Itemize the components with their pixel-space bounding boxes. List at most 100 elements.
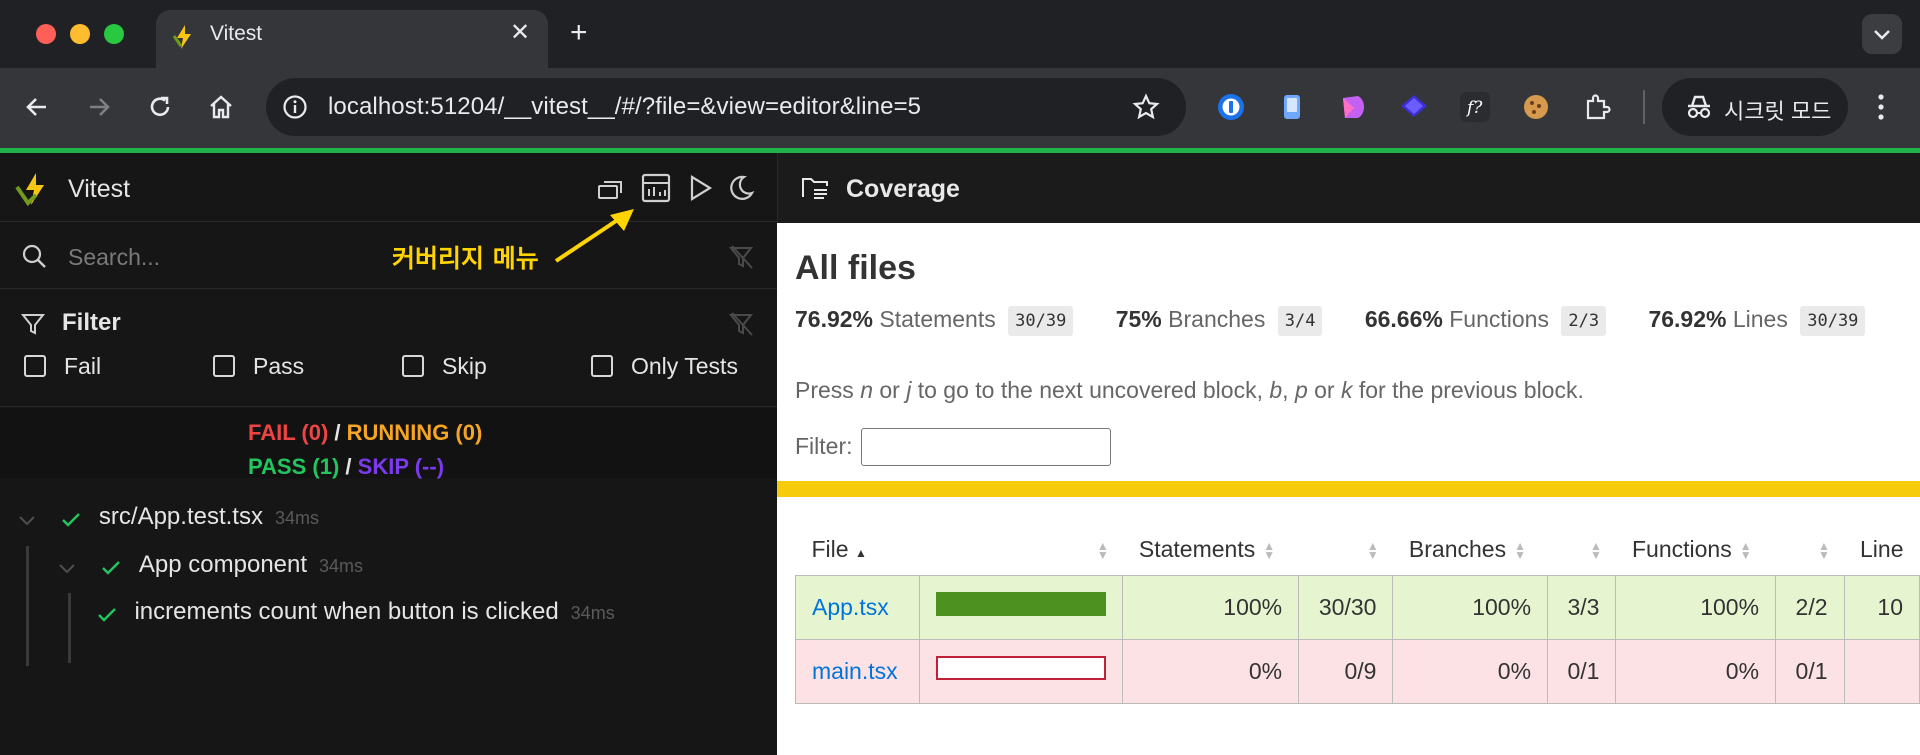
reload-icon[interactable] [145, 92, 175, 122]
font-extension-icon[interactable]: f? [1460, 92, 1490, 122]
filter-skip-checkbox[interactable] [402, 355, 424, 377]
col-functions-raw[interactable]: ▲ ▼ [1776, 525, 1844, 575]
site-info-icon[interactable] [282, 94, 308, 120]
col-functions[interactable]: Functions ▲ ▼ [1616, 525, 1776, 575]
pass-check-icon [102, 560, 121, 575]
address-bar[interactable]: localhost:51204/__vitest__/#/?file=&view… [266, 78, 1186, 136]
test-summary: FAIL (0) / RUNNING (0) PASS (1) / SKIP (… [0, 408, 777, 479]
stat-pct: 75% [1115, 306, 1162, 333]
branches-raw: 3/3 [1547, 574, 1617, 640]
minimize-window-button[interactable] [70, 24, 90, 44]
layers-extension-icon[interactable] [1399, 92, 1429, 122]
incognito-indicator[interactable]: 시크릿 모드 [1662, 78, 1848, 136]
hint-text: Press [795, 377, 861, 403]
browser-menu-icon[interactable] [1868, 90, 1894, 124]
col-file[interactable]: File ▲ [796, 525, 920, 575]
filter-title: Filter [62, 309, 121, 336]
cookie-extension-icon[interactable] [1521, 92, 1551, 122]
back-icon[interactable] [22, 92, 52, 122]
search-icon [22, 244, 46, 268]
stat-pct: 66.66% [1364, 306, 1443, 333]
clear-search-filter-icon[interactable] [728, 244, 756, 270]
col-file-label: File [811, 536, 849, 563]
col-branches[interactable]: Branches ▲ ▼ [1393, 525, 1548, 575]
coverage-menu-icon[interactable] [640, 171, 672, 205]
lines-pct [1843, 638, 1920, 704]
sidebar-header: Vitest [0, 153, 777, 221]
search-row [0, 221, 777, 289]
bookmark-star-icon[interactable] [1132, 93, 1160, 121]
home-icon[interactable] [206, 92, 236, 122]
filter-pass-label: Pass [253, 353, 305, 379]
browser-tab[interactable]: Vitest ✕ [156, 10, 548, 68]
col-file-bar[interactable]: ▲ ▼ [919, 525, 1123, 575]
file-link[interactable]: App.tsx [812, 594, 889, 620]
file-filter-input[interactable] [861, 428, 1111, 466]
hint-key: n [860, 377, 873, 403]
file-cell: App.tsx [795, 574, 920, 640]
statements-pct: 100% [1122, 574, 1300, 640]
functions-pct: 0% [1615, 638, 1777, 704]
hint-text: for the previous block. [1352, 377, 1584, 403]
file-link[interactable]: main.tsx [812, 658, 898, 684]
col-statements[interactable]: Statements ▲ ▼ [1123, 525, 1299, 575]
run-all-icon[interactable] [686, 173, 714, 203]
hint-text: , [1282, 377, 1295, 403]
col-lines-label: Line [1860, 536, 1904, 563]
tab-close-icon[interactable]: ✕ [510, 18, 530, 47]
sort-icon: ▲ ▼ [1366, 539, 1379, 563]
shape-extension-icon[interactable] [1338, 92, 1368, 122]
chevron-down-icon[interactable] [54, 555, 80, 581]
forward-icon[interactable] [84, 92, 114, 122]
col-lines[interactable]: Line [1844, 525, 1919, 575]
chevron-down-icon[interactable] [14, 507, 40, 533]
col-branches-label: Branches [1408, 536, 1507, 563]
file-cell: main.tsx [795, 638, 920, 704]
col-branches-raw[interactable]: ▲ ▼ [1548, 525, 1616, 575]
clear-filter-icon[interactable] [728, 311, 756, 337]
coverage-header: Coverage [777, 153, 1920, 223]
functions-raw: 0/1 [1775, 638, 1845, 704]
new-tab-button[interactable]: + [570, 16, 588, 50]
lines-pct: 10 [1843, 574, 1920, 640]
stat-functions: 66.66% Functions 2/3 [1364, 306, 1607, 336]
filter-fail-checkbox[interactable] [24, 355, 46, 377]
stat-branches: 75% Branches 3/4 [1116, 306, 1323, 336]
col-statements-label: Statements [1138, 536, 1256, 563]
pass-check-icon [98, 607, 116, 622]
sort-icon: ▲ ▼ [1739, 539, 1752, 563]
sort-icon: ▲ ▼ [1514, 539, 1526, 563]
coverage-panel: Coverage All files 76.92% Statements 30/… [777, 153, 1920, 755]
close-window-button[interactable] [36, 24, 56, 44]
coverage-stats: 76.92% Statements 30/39 75% Branches 3/4… [795, 306, 1901, 336]
coverage-title: Coverage [846, 175, 960, 203]
filter-only-tests-checkbox[interactable] [591, 355, 613, 377]
stat-fraction: 30/39 [1800, 306, 1866, 336]
filter-pass-checkbox[interactable] [213, 355, 235, 377]
collapse-all-icon[interactable] [596, 175, 626, 203]
keyboard-hint: Press n or j to go to the next uncovered… [795, 377, 1584, 404]
table-row: App.tsx 100% 30/30 100% 3/3 100% 2/2 10 [795, 574, 1920, 640]
clipboard-extension-icon[interactable] [1277, 92, 1307, 122]
stat-name: Statements [879, 306, 996, 333]
extensions-puzzle-icon[interactable] [1582, 92, 1612, 122]
pass-count: PASS (1) [248, 454, 340, 479]
sort-icon: ▲ ▼ [1263, 539, 1276, 563]
password-manager-extension-icon[interactable] [1216, 92, 1246, 122]
stat-fraction: 30/39 [1008, 306, 1074, 336]
branches-pct: 100% [1392, 574, 1549, 640]
svg-text:f?: f? [1465, 98, 1483, 118]
search-input[interactable] [68, 240, 388, 274]
dark-mode-toggle-icon[interactable] [726, 173, 756, 203]
filter-section: Filter Fail Pass Skip Only Tests [0, 289, 777, 407]
hint-text: or [1307, 377, 1341, 403]
col-statements-raw[interactable]: ▲ ▼ [1299, 525, 1393, 575]
url-text[interactable]: localhost:51204/__vitest__/#/?file=&view… [328, 93, 921, 121]
running-count: RUNNING (0) [346, 420, 483, 445]
zoom-window-button[interactable] [104, 24, 124, 44]
tab-search-button[interactable] [1862, 14, 1902, 54]
tree-row-test[interactable]: increments count when button is clicked 3… [94, 598, 615, 634]
tree-row-file[interactable]: src/App.test.tsx 34ms [14, 503, 319, 539]
tree-row-suite[interactable]: App component 34ms [54, 551, 363, 587]
sort-icon: ▲ ▼ [1096, 539, 1109, 563]
